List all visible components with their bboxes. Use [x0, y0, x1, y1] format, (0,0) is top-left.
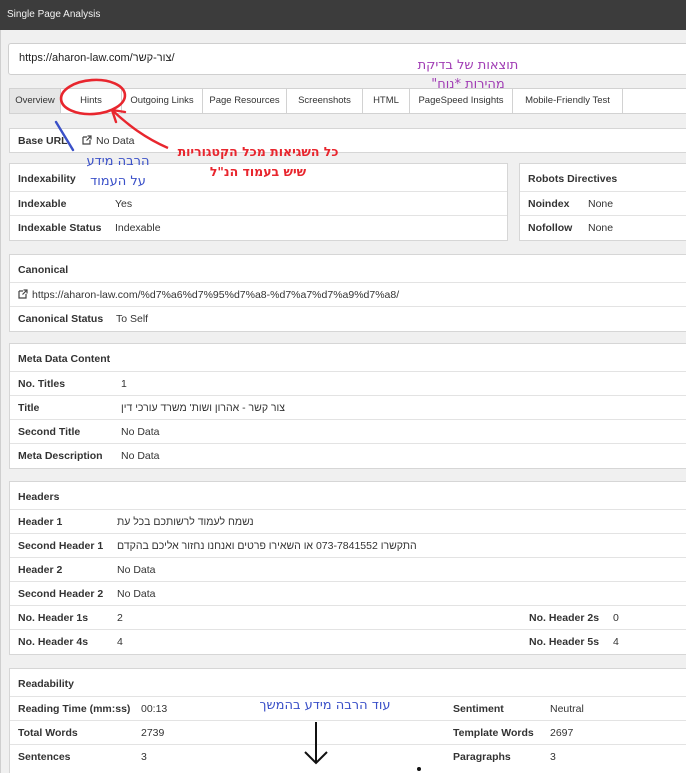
indexable-value: Yes	[115, 198, 133, 210]
readability-title: Readability	[18, 678, 75, 690]
indexability-title: Indexability	[18, 173, 76, 185]
table-row: Total Words 2739 Template Words 2697	[10, 721, 686, 745]
canonical-title: Canonical	[18, 264, 69, 276]
base-url-label: Base URL	[18, 135, 68, 147]
window-titlebar: Single Page Analysis	[0, 0, 686, 30]
table-row: Title צור קשר - אהרון ושות' משרד עורכי ד…	[10, 396, 686, 420]
canonical-status-value: To Self	[116, 313, 149, 325]
table-row: Second Header 1 התקשרו 073-7841552 או הש…	[10, 534, 686, 558]
table-row: No. Titles 1	[10, 372, 686, 396]
tab-html[interactable]: HTML	[363, 89, 410, 113]
table-row: Second Header 2 No Data	[10, 582, 686, 606]
table-row: Sentences 3 Paragraphs 3	[18, 751, 556, 763]
indexable-status-value: Indexable	[115, 222, 161, 234]
url-field[interactable]: https://aharon-law.com/צור-קשר/	[8, 43, 686, 75]
table-row: Second Title No Data	[10, 420, 686, 444]
url-value: https://aharon-law.com/צור-קשר/	[19, 52, 175, 64]
table-row: Noindex None	[520, 192, 686, 216]
external-link-icon[interactable]	[18, 289, 28, 299]
tab-outgoing-links[interactable]: Outgoing Links	[122, 89, 203, 113]
annotation-overview-info: הרבה מידע על העמוד	[86, 154, 150, 189]
table-row: Canonical Status To Self	[18, 313, 149, 325]
table-row: Header 1 נשמח לעמוד לרשותכם בכל עת	[10, 510, 686, 534]
table-row: Header 2 No Data	[10, 558, 686, 582]
meta-title: Meta Data Content	[18, 353, 111, 365]
window-title: Single Page Analysis	[7, 9, 101, 20]
robots-title: Robots Directives	[528, 173, 618, 185]
annotation-speed-results: תוצאות של בדיקת מהירות *נוח"	[417, 58, 519, 92]
external-link-icon[interactable]	[82, 135, 92, 145]
table-row: Meta Description No Data	[18, 450, 160, 462]
canonical-panel: Canonical https://aharon-law.com/%d7%a6%…	[9, 254, 686, 332]
readability-panel: Readability Reading Time (mm:ss) 00:13 S…	[9, 668, 686, 773]
robots-header: Robots Directives	[520, 164, 686, 192]
robots-directives-panel: Robots Directives Noindex None Nofollow …	[519, 163, 686, 241]
table-row: Nofollow None	[528, 222, 614, 234]
canonical-header: Canonical	[10, 255, 686, 283]
table-row: Indexable Yes	[10, 192, 507, 216]
tab-bar: Overview Hints Outgoing Links Page Resou…	[9, 88, 686, 114]
table-row: No. Header 4s 4 No. Header 5s 4	[18, 636, 619, 648]
annotation-hints-errors: כל השגיאות מכל הקטגוריות שיש בעמוד הנ"ל	[177, 144, 339, 179]
tab-mobile-friendly-test[interactable]: Mobile-Friendly Test	[513, 89, 623, 113]
base-url-row: Base URL No Data	[10, 129, 686, 153]
meta-header: Meta Data Content	[10, 344, 686, 372]
base-url-panel: Base URL No Data	[9, 128, 686, 153]
headers-header: Headers	[10, 482, 686, 510]
table-row: Indexable Status Indexable	[18, 222, 161, 234]
annotation-more-info: עוד הרבה מידע בהמשך	[259, 698, 391, 713]
headers-title: Headers	[18, 491, 60, 503]
tab-page-resources[interactable]: Page Resources	[203, 89, 287, 113]
tab-overview[interactable]: Overview	[10, 89, 61, 113]
tab-hints[interactable]: Hints	[61, 89, 122, 113]
canonical-url-link[interactable]: https://aharon-law.com/%d7%a6%d7%95%d7%a…	[32, 289, 399, 301]
tab-screenshots[interactable]: Screenshots	[287, 89, 363, 113]
table-row: No. Header 1s 2 No. Header 2s 0	[10, 606, 686, 630]
base-url-value: No Data	[96, 135, 135, 147]
canonical-url-row: https://aharon-law.com/%d7%a6%d7%95%d7%a…	[10, 283, 686, 307]
meta-data-panel: Meta Data Content No. Titles 1 Title צור…	[9, 343, 686, 469]
page-title-value: צור קשר - אהרון ושות' משרד עורכי דין	[121, 402, 285, 414]
headers-panel: Headers Header 1 נשמח לעמוד לרשותכם בכל …	[9, 481, 686, 655]
readability-header: Readability	[10, 669, 686, 697]
